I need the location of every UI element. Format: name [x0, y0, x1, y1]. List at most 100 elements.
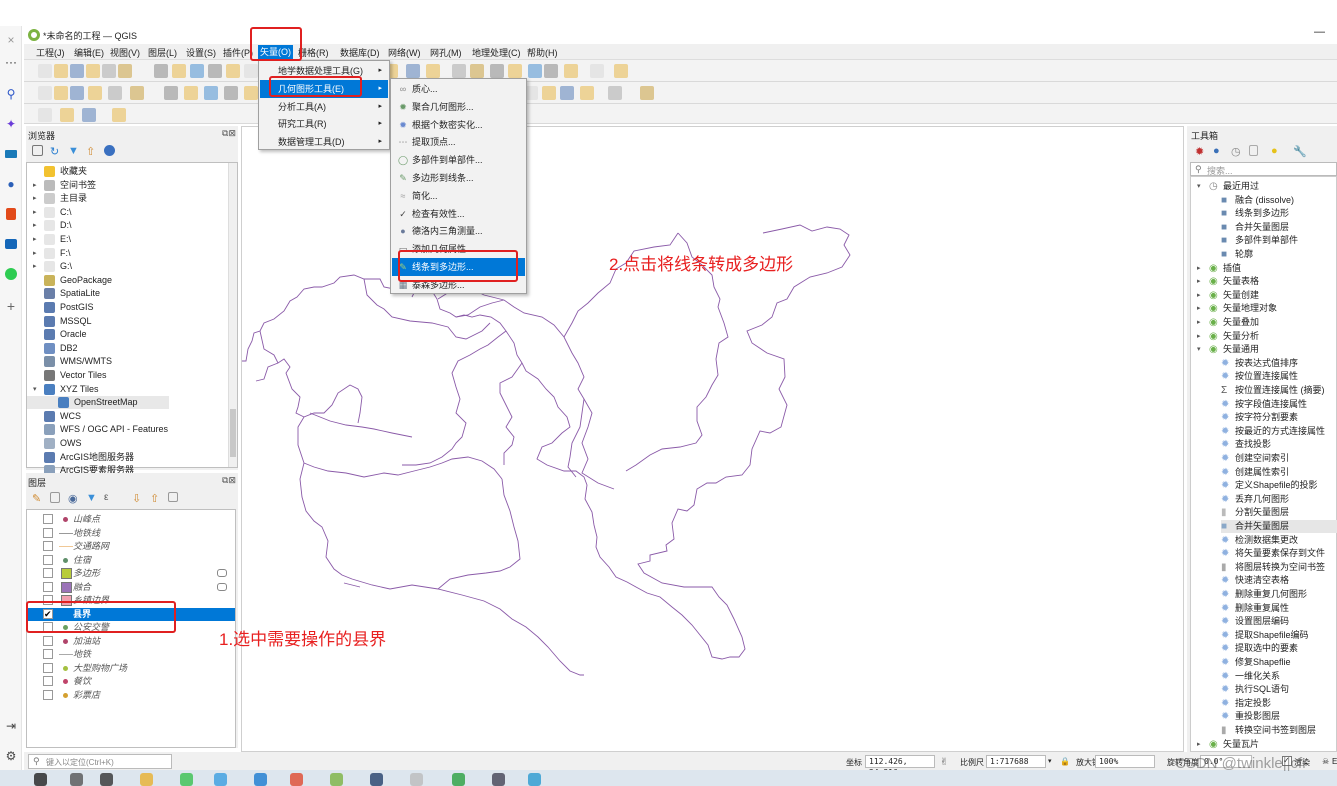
layer-visibility-checkbox[interactable] — [43, 649, 53, 659]
copilot-icon[interactable]: ✦ — [3, 116, 19, 132]
layer-visibility-checkbox[interactable] — [43, 554, 53, 565]
app-icon[interactable] — [452, 773, 465, 786]
toggle-extents-icon[interactable]: ✌ — [940, 757, 948, 768]
expander-icon[interactable]: ▸ — [33, 192, 37, 205]
crs-label[interactable]: EP — [1332, 757, 1337, 766]
layer-item[interactable]: 山峰点 — [27, 513, 235, 526]
toolbox-algorithm[interactable]: ✹ 执行SQL语句 — [1221, 683, 1337, 696]
browser-item[interactable]: WCS — [27, 410, 227, 423]
refresh-icon[interactable]: ↻ — [50, 145, 64, 159]
crs-icon[interactable]: ☠ — [1322, 757, 1329, 766]
filter-icon[interactable]: ▼ — [86, 492, 100, 506]
browser-item[interactable]: GeoPackage — [27, 274, 227, 287]
toolbar-button[interactable] — [452, 64, 466, 78]
layer-item[interactable]: 大型购物广场 — [27, 662, 235, 675]
toolbox-algorithm[interactable]: ✹ 查找投影 — [1221, 438, 1337, 451]
toolbox-algorithm[interactable]: ✹ 创建空间索引 — [1221, 452, 1337, 465]
toolbar-button[interactable] — [38, 86, 52, 100]
vector-menu-item-3[interactable]: 研究工具(R) ▸ — [260, 115, 388, 133]
toolbar-button[interactable] — [38, 108, 52, 122]
style-icon[interactable]: ✎ — [32, 492, 46, 506]
geometry-menu-item-5[interactable]: ✎ 多边形到线条... — [392, 169, 525, 187]
toolbar-button[interactable] — [640, 86, 654, 100]
toolbox-group[interactable]: ◉ 矢量地理对象 ▸ — [1197, 302, 1337, 315]
toolbox-algorithm[interactable]: ✹ 按字符分割要素 — [1221, 411, 1337, 424]
python-icon[interactable]: ● — [1213, 145, 1227, 159]
layer-item[interactable]: 交通路网 — [27, 540, 235, 553]
qgis-taskbar-icon[interactable] — [330, 773, 343, 786]
settings-icon[interactable]: ⚙ — [3, 748, 19, 764]
chrome-icon[interactable] — [290, 773, 303, 786]
toolbox-algorithm[interactable]: ✹ 设置图层编码 — [1221, 615, 1337, 628]
briefcase-icon[interactable] — [3, 146, 19, 162]
menu-item-0[interactable]: 工程(J) — [34, 46, 67, 59]
layer-item[interactable]: 多边形 — [27, 567, 235, 580]
browser-item[interactable]: ▸ E:\ — [27, 233, 227, 246]
layer-item[interactable]: 加油站 — [27, 635, 235, 648]
add-icon[interactable]: + — [3, 298, 19, 314]
office-icon[interactable] — [3, 206, 19, 222]
expander-icon[interactable]: ▾ — [33, 383, 37, 396]
toolbar-button[interactable] — [224, 86, 238, 100]
toolbox-recent-item[interactable]: ■ 线条到多边形 — [1221, 207, 1337, 220]
toolbox-algorithm[interactable]: ✹ 创建属性索引 — [1221, 466, 1337, 479]
expander-icon[interactable]: ▸ — [1197, 330, 1201, 343]
toolbar-button[interactable] — [60, 108, 74, 122]
wechat-icon[interactable] — [180, 773, 193, 786]
menu-item-12[interactable]: 帮助(H) — [525, 46, 560, 59]
toolbox-algorithm[interactable]: ✹ 将矢量要素保存到文件 — [1221, 547, 1337, 560]
browser-item[interactable]: 收藏夹 — [27, 165, 227, 178]
layer-item[interactable]: 地铁线 — [27, 527, 235, 540]
history-icon[interactable]: ◷ — [1231, 145, 1245, 159]
toolbar-button[interactable] — [70, 86, 84, 100]
toolbar-button[interactable] — [226, 64, 240, 78]
filter-icon[interactable]: ▼ — [68, 145, 82, 159]
toolbar-button[interactable] — [208, 64, 222, 78]
browser-item[interactable]: DB2 — [27, 342, 227, 355]
coordinate-field[interactable]: 112.426, 24.216 — [865, 755, 935, 777]
toolbar-button[interactable] — [190, 64, 204, 78]
start-icon[interactable] — [34, 773, 47, 786]
browser-item[interactable]: ▸ G:\ — [27, 260, 227, 273]
visibility-icon[interactable]: ◉ — [68, 492, 82, 506]
toolbox-group[interactable]: ◉ 插值 ▸ — [1197, 262, 1337, 275]
browser-item[interactable]: SpatiaLite — [27, 287, 227, 300]
toolbar-button[interactable] — [426, 64, 440, 78]
expander-icon[interactable]: ▸ — [1197, 275, 1201, 288]
browser-item[interactable]: OpenStreetMap — [27, 396, 169, 410]
geometry-menu-item-0[interactable]: ∞ 质心... — [392, 80, 525, 98]
layer-visibility-checkbox[interactable] — [43, 514, 53, 524]
toolbox-algorithm[interactable]: ■ 合并矢量图层 — [1221, 520, 1337, 533]
expander-icon[interactable]: ▸ — [33, 219, 37, 232]
expander-icon[interactable]: ▸ — [1197, 289, 1201, 302]
toolbar-button[interactable] — [38, 64, 52, 78]
toolbox-group[interactable]: ◉ 矢量分析 ▸ — [1197, 330, 1337, 343]
toolbox-algorithm[interactable]: Σ 按位置连接属性 (摘要) — [1221, 384, 1337, 397]
toolbar-button[interactable] — [490, 64, 504, 78]
layer-item[interactable]: 彩票店 — [27, 689, 235, 702]
toolbar-button[interactable] — [560, 86, 574, 100]
toolbox-search-input[interactable]: ⚲ 搜索... — [1190, 162, 1337, 176]
terminal-icon[interactable] — [492, 773, 505, 786]
layer-visibility-checkbox[interactable] — [43, 581, 53, 592]
layer-visibility-checkbox[interactable] — [43, 676, 53, 686]
toolbox-group[interactable]: ◉ 矢量表格 ▸ — [1197, 275, 1337, 288]
menu-item-1[interactable]: 编辑(E) — [72, 46, 106, 59]
toolbox-group[interactable]: ◉ 矢量创建 ▸ — [1197, 289, 1337, 302]
toolbar-button[interactable] — [102, 64, 116, 78]
expander-icon[interactable]: ▾ — [1197, 180, 1201, 193]
browser-item[interactable]: ▸ C:\ — [27, 206, 227, 219]
browser-item[interactable]: Oracle — [27, 328, 227, 341]
browser-item[interactable]: WFS / OGC API - Features — [27, 423, 227, 436]
expander-icon[interactable]: ▸ — [33, 260, 37, 273]
toolbox-algorithm[interactable]: ✹ 丢弃几何图形 — [1221, 493, 1337, 506]
toolbox-algorithm[interactable]: ▮ 将图层转换为空间书签 — [1221, 561, 1337, 574]
menu-item-4[interactable]: 设置(S) — [184, 46, 218, 59]
toolbar-button[interactable] — [244, 64, 258, 78]
layer-item[interactable]: 住宿 — [27, 554, 235, 567]
collapse-all-icon[interactable]: ⇧ — [86, 145, 100, 159]
toolbox-algorithm[interactable]: ✹ 按表达式值排序 — [1221, 357, 1337, 370]
expander-icon[interactable]: ▸ — [33, 206, 37, 219]
toolbar-button[interactable] — [86, 64, 100, 78]
outlook-icon[interactable] — [3, 236, 19, 252]
